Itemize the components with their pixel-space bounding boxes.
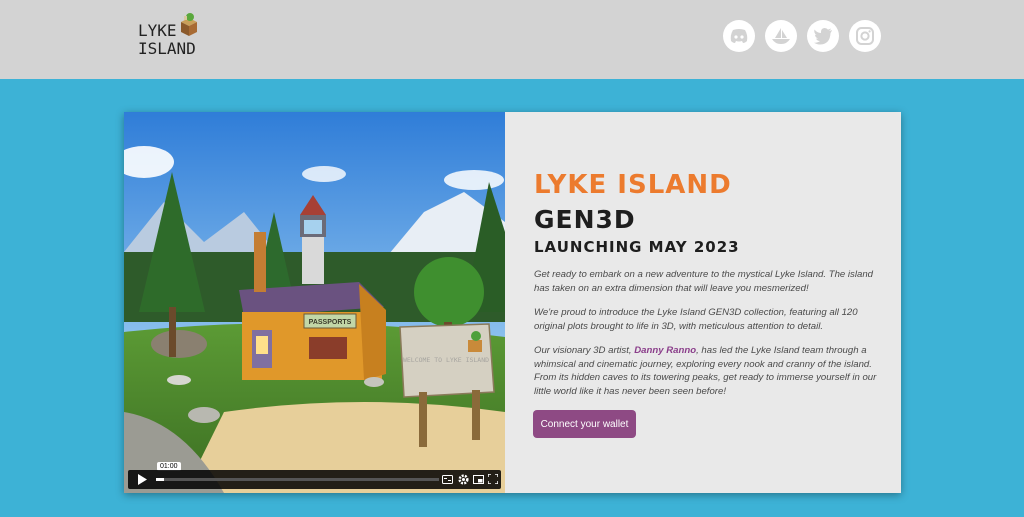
opensea-button[interactable]: [765, 20, 797, 52]
house-sign-text: PASSPORTS: [309, 319, 352, 326]
video-controls: [128, 470, 501, 489]
progress-track[interactable]: [164, 478, 439, 481]
logo-text-line1: LYKE: [138, 21, 177, 40]
hero-subtitle: GEN3D: [534, 205, 636, 234]
header-bar: LYKE ISLAND: [0, 0, 1024, 79]
artist-paragraph: Our visionary 3D artist, Danny Ranno, ha…: [534, 344, 890, 398]
hero-title: LYKE ISLAND: [534, 170, 732, 200]
picture-in-picture-icon[interactable]: [473, 475, 484, 484]
discord-icon: [730, 29, 748, 43]
hero-card: PASSPORTS WELCOME TO LYKE ISLAND 01:00 L…: [124, 112, 901, 493]
fullscreen-icon[interactable]: [488, 474, 498, 484]
opensea-icon: [772, 28, 790, 44]
captions-icon[interactable]: [442, 475, 453, 484]
collection-paragraph: We're proud to introduce the Lyke Island…: [534, 307, 858, 332]
progress-played: [156, 478, 164, 481]
instagram-button[interactable]: [849, 20, 881, 52]
play-icon[interactable]: [137, 474, 147, 485]
twitter-button[interactable]: [807, 20, 839, 52]
welcome-sign-text: WELCOME TO LYKE ISLAND: [403, 356, 489, 364]
discord-button[interactable]: [723, 20, 755, 52]
video-player[interactable]: PASSPORTS WELCOME TO LYKE ISLAND 01:00: [124, 112, 505, 493]
logo-text-line2: ISLAND: [138, 39, 196, 58]
intro-paragraph: Get ready to embark on a new adventure t…: [534, 269, 873, 294]
settings-gear-icon[interactable]: [458, 474, 469, 485]
artist-link[interactable]: Danny Ranno: [634, 345, 696, 356]
video-thumbnail: PASSPORTS WELCOME TO LYKE ISLAND: [124, 112, 505, 493]
artist-paragraph-start: Our visionary 3D artist,: [534, 345, 635, 356]
instagram-icon: [856, 27, 874, 45]
twitter-icon: [814, 28, 832, 45]
hero-content: LYKE ISLAND GEN3D LAUNCHING MAY 2023 Get…: [505, 112, 901, 493]
logo-island-icon: [181, 13, 197, 36]
connect-wallet-button[interactable]: Connect your wallet: [533, 410, 636, 438]
launch-date: LAUNCHING MAY 2023: [534, 238, 740, 256]
site-logo[interactable]: LYKE ISLAND: [136, 12, 208, 60]
